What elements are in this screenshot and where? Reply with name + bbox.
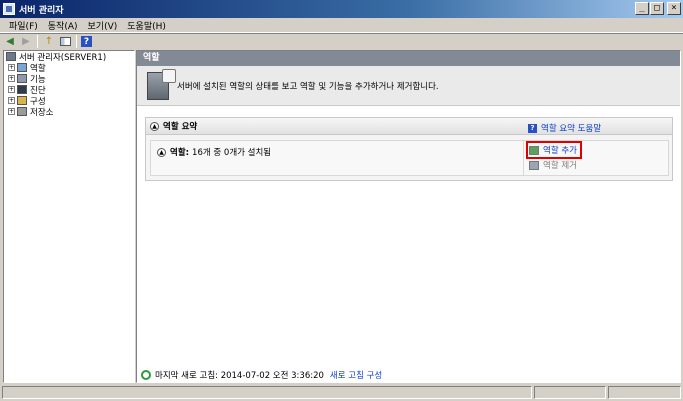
- configuration-icon: [17, 96, 27, 105]
- menu-file[interactable]: 파일(F): [4, 19, 43, 32]
- status-bar: [0, 384, 683, 401]
- refresh-bar: 마지막 새로 고침: 2014-07-02 오전 3:36:20 새로 고침 구…: [137, 368, 680, 382]
- tree-item-storage[interactable]: + 저장소: [4, 106, 134, 118]
- title-bar: 서버 관리자 _ □ ×: [0, 0, 683, 18]
- help-icon: ?: [528, 123, 537, 133]
- roles-count-value: 16개 중 0개가 설치됨: [192, 148, 272, 158]
- expand-icon[interactable]: +: [8, 86, 15, 93]
- roles-count: ▲ 역할: 16개 중 0개가 설치됨: [157, 146, 271, 158]
- section-header[interactable]: ▲ 역할 요약 ? 역할 요약 도움말: [146, 118, 672, 135]
- server-icon: [6, 52, 16, 61]
- tree-item-label: 저장소: [30, 107, 54, 118]
- menu-help[interactable]: 도움말(H): [122, 19, 171, 32]
- section-title: 역할 요약: [163, 122, 198, 132]
- status-pane: [2, 386, 532, 399]
- menu-bar: 파일(F) 동작(A) 보기(V) 도움말(H): [0, 18, 683, 33]
- show-hide-tree-icon[interactable]: [58, 35, 72, 49]
- menu-view[interactable]: 보기(V): [83, 19, 123, 32]
- tree-item-configuration[interactable]: + 구성: [4, 95, 134, 107]
- roles-icon: [17, 63, 27, 72]
- storage-icon: [17, 107, 27, 116]
- navigation-tree: 서버 관리자(SERVER1) + 역할 + 기능 + 진단 + 구성 + 저장…: [3, 50, 135, 383]
- tree-item-server[interactable]: 서버 관리자(SERVER1): [4, 51, 134, 63]
- expand-icon[interactable]: +: [8, 75, 15, 82]
- main-panel: 역할 서버에 설치된 역할의 상태를 보고 역할 및 기능을 추가하거나 제거합…: [136, 50, 681, 383]
- window-controls: _ □ ×: [635, 2, 681, 15]
- refresh-icon[interactable]: [141, 370, 151, 380]
- page-title: 역할: [137, 51, 680, 66]
- toolbar-separator: [37, 35, 38, 48]
- add-role-icon: [529, 145, 539, 155]
- collapse-icon[interactable]: ▲: [150, 121, 159, 131]
- features-icon: [17, 74, 27, 83]
- up-folder-icon[interactable]: ↑: [42, 35, 56, 49]
- collapse-icon[interactable]: ▲: [157, 147, 166, 157]
- back-arrow-icon[interactable]: ◀: [3, 35, 17, 49]
- maximize-button[interactable]: □: [650, 2, 664, 15]
- expand-icon[interactable]: +: [8, 64, 15, 71]
- toolbar-separator: [76, 35, 77, 48]
- remove-role-icon: [529, 160, 539, 170]
- status-pane: [608, 386, 681, 399]
- add-roles-label: 역할 추가: [543, 146, 577, 156]
- minimize-button[interactable]: _: [635, 2, 649, 15]
- server-roles-icon: [147, 68, 176, 100]
- tree-item-roles[interactable]: + 역할: [4, 62, 134, 74]
- roles-label: 역할:: [170, 148, 190, 158]
- expand-icon[interactable]: +: [8, 97, 15, 104]
- add-roles-link[interactable]: 역할 추가: [526, 141, 582, 159]
- menu-action[interactable]: 동작(A): [43, 19, 83, 32]
- intro-banner: 서버에 설치된 역할의 상태를 보고 역할 및 기능을 추가하거나 제거합니다.: [137, 66, 680, 106]
- remove-roles-link[interactable]: 역할 제거: [529, 159, 577, 171]
- remove-roles-label: 역할 제거: [543, 161, 577, 171]
- configure-refresh-link[interactable]: 새로 고침 구성: [330, 369, 382, 381]
- roles-subsection: ▲ 역할: 16개 중 0개가 설치됨 역할 추가 역할 제거: [150, 140, 669, 176]
- intro-text: 서버에 설치된 역할의 상태를 보고 역할 및 기능을 추가하거나 제거합니다.: [177, 81, 439, 92]
- server-manager-icon: [3, 3, 15, 15]
- window-title: 서버 관리자: [19, 5, 64, 16]
- toolbar: ◀ ▶ ↑ ?: [0, 33, 683, 49]
- last-refresh-text: 마지막 새로 고침: 2014-07-02 오전 3:36:20: [155, 371, 324, 381]
- help-icon[interactable]: ?: [81, 36, 92, 47]
- forward-arrow-icon[interactable]: ▶: [19, 35, 33, 49]
- roles-summary-section: ▲ 역할 요약 ? 역할 요약 도움말 ▲ 역할: 16개 중 0개가 설치됨 …: [145, 117, 673, 181]
- help-link-label: 역할 요약 도움말: [541, 124, 602, 134]
- tree-item-features[interactable]: + 기능: [4, 73, 134, 85]
- roles-actions: 역할 추가 역할 제거: [523, 141, 669, 175]
- diagnostics-icon: [17, 85, 27, 94]
- status-pane: [534, 386, 606, 399]
- tree-item-diagnostics[interactable]: + 진단: [4, 84, 134, 96]
- expand-icon[interactable]: +: [8, 108, 15, 115]
- close-button[interactable]: ×: [667, 2, 681, 15]
- roles-summary-help-link[interactable]: ? 역할 요약 도움말: [528, 122, 601, 134]
